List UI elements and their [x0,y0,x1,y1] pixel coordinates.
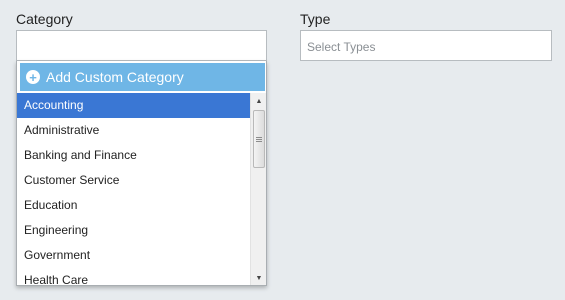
triangle-down-icon[interactable]: ▼ [251,270,266,285]
add-custom-category-label: Add Custom Category [46,69,184,85]
category-label: Category [16,11,73,27]
plus-circle-icon: + [26,70,40,84]
scroll-thumb[interactable] [253,110,265,168]
list-item[interactable]: Education [17,193,250,218]
category-dropdown: + Add Custom Category Accounting Adminis… [16,61,267,286]
list-item[interactable]: Engineering [17,218,250,243]
category-input[interactable] [16,30,267,61]
triangle-up-icon[interactable]: ▲ [251,93,266,109]
add-custom-category-button[interactable]: + Add Custom Category [20,63,265,91]
type-input[interactable]: Select Types [300,30,552,61]
category-list: Accounting Administrative Banking and Fi… [17,93,250,285]
list-item[interactable]: Accounting [17,93,250,118]
list-item[interactable]: Banking and Finance [17,143,250,168]
scrollbar[interactable]: ▲ ▼ [250,93,266,285]
list-item[interactable]: Customer Service [17,168,250,193]
grip-icon [256,136,262,142]
list-item[interactable]: Government [17,243,250,268]
list-item[interactable]: Administrative [17,118,250,143]
type-label: Type [300,11,331,27]
list-item[interactable]: Health Care [17,268,250,285]
